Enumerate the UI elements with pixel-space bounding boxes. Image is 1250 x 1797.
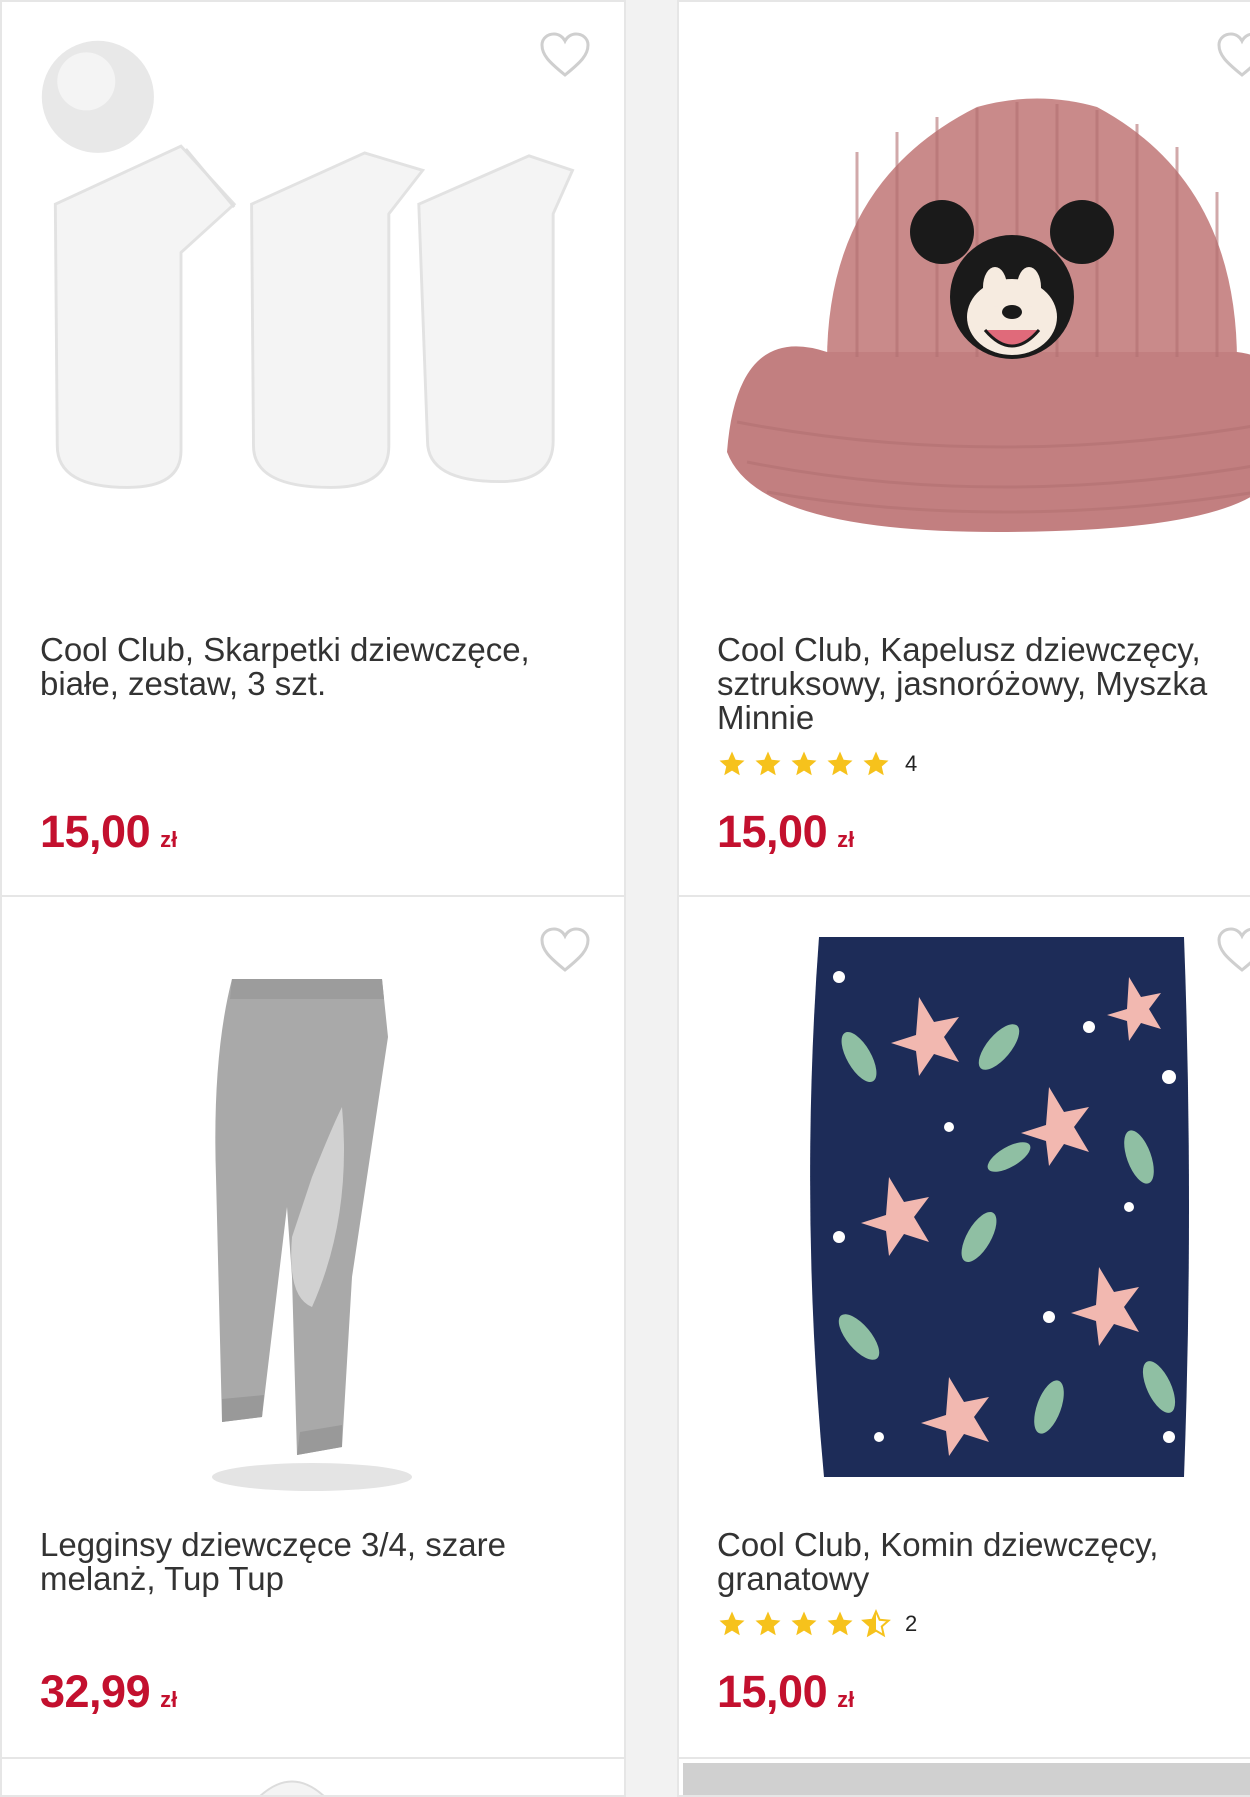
product-card-neck-warmer[interactable]: Cool Club, Komin dziewczęcy, granatowy 2…: [677, 895, 1250, 1759]
star-half-icon: [861, 1609, 891, 1638]
star-filled-icon: [827, 751, 853, 776]
white-socks-set-image[interactable]: [36, 32, 616, 502]
product-rating: 2: [717, 1609, 917, 1639]
product-price: 15,00 zł: [717, 806, 854, 858]
heart-outline-icon[interactable]: [539, 926, 591, 974]
star-filled-icon: [863, 751, 889, 776]
product-title[interactable]: Legginsy dziewczęce 3/4, szare melanż, T…: [40, 1528, 606, 1596]
product-card-socks[interactable]: Cool Club, Skarpetki dziewczęce, białe, …: [0, 0, 626, 897]
product-image-partial: [683, 1763, 1250, 1795]
product-card-leggings[interactable]: Legginsy dziewczęce 3/4, szare melanż, T…: [0, 895, 626, 1759]
star-filled-icon: [719, 1611, 745, 1636]
product-price: 15,00 zł: [717, 1666, 854, 1718]
price-amount: 15,00: [717, 806, 828, 857]
product-title[interactable]: Cool Club, Komin dziewczęcy, granatowy: [717, 1528, 1250, 1596]
star-filled-icon: [791, 1611, 817, 1636]
product-card-bucket-hat[interactable]: Cool Club, Kapelusz dziewczęcy, sztrukso…: [677, 0, 1250, 897]
rating-count: 4: [905, 751, 918, 776]
grey-leggings-image[interactable]: [192, 977, 452, 1497]
price-amount: 15,00: [717, 1666, 828, 1717]
product-title[interactable]: Cool Club, Kapelusz dziewczęcy, sztrukso…: [717, 633, 1250, 735]
product-price: 15,00 zł: [40, 806, 177, 858]
product-card-partial-right[interactable]: [677, 1757, 1250, 1797]
price-currency: zł: [837, 827, 855, 852]
star-filled-icon: [755, 751, 781, 776]
rating-count: 2: [905, 1611, 918, 1636]
product-title[interactable]: Cool Club, Skarpetki dziewczęce, białe, …: [40, 633, 606, 701]
price-currency: zł: [160, 1687, 178, 1712]
product-image-partial: [259, 1780, 325, 1795]
star-filled-icon: [791, 751, 817, 776]
product-price: 32,99 zł: [40, 1666, 177, 1718]
price-amount: 15,00: [40, 806, 151, 857]
product-rating: 4: [717, 749, 917, 779]
star-filled-icon: [719, 751, 745, 776]
pink-corduroy-bucket-hat-image[interactable]: [717, 62, 1250, 542]
navy-floral-neck-warmer-image[interactable]: [799, 937, 1199, 1477]
star-filled-icon: [755, 1611, 781, 1636]
star-filled-icon: [827, 1611, 853, 1636]
price-currency: zł: [160, 827, 178, 852]
price-currency: zł: [837, 1687, 855, 1712]
product-card-partial-left[interactable]: [0, 1757, 626, 1797]
price-amount: 32,99: [40, 1666, 151, 1717]
heart-outline-icon[interactable]: [1216, 926, 1250, 974]
